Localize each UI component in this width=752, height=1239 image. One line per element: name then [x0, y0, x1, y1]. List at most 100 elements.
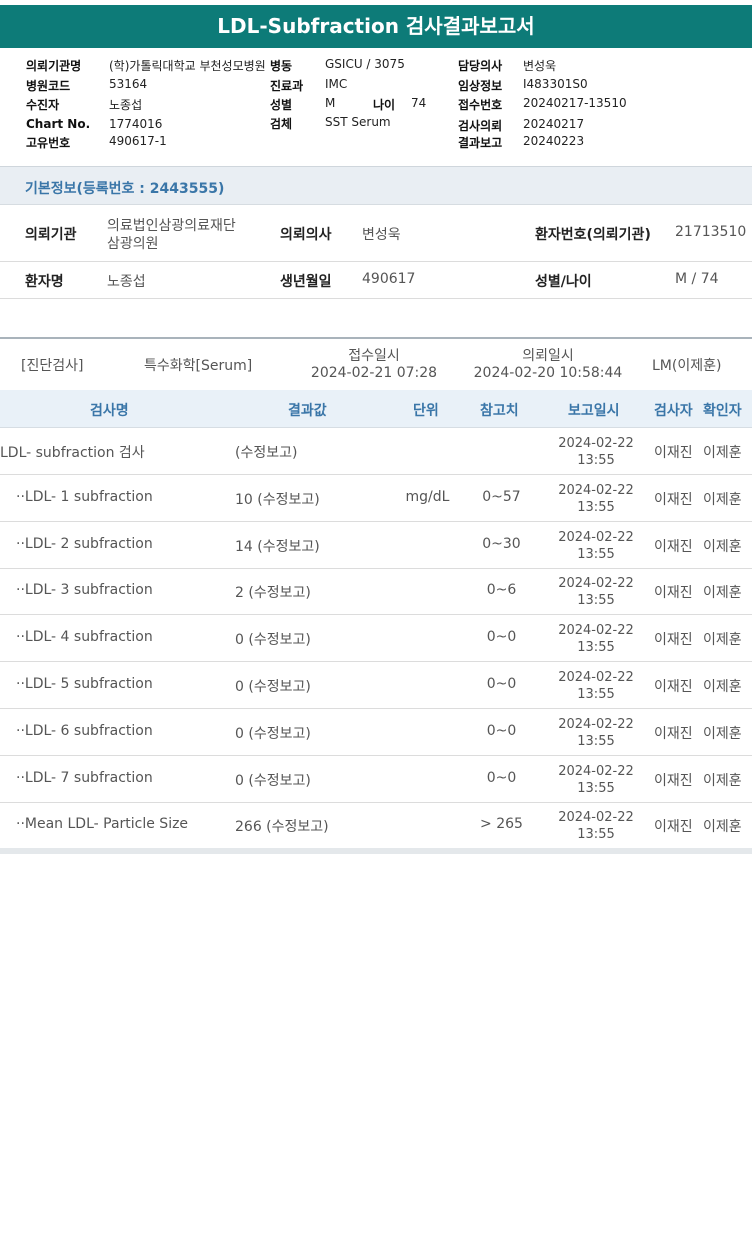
result-value: 0 (수정보고) [235, 726, 311, 742]
patient-name-label: 환자명 [25, 274, 64, 290]
basic-info-row-1: 의뢰기관 의료법인삼광의료재단 삼광의원 의뢰의사 변성욱 환자번호(의뢰기관)… [0, 205, 752, 262]
result-value: 0 (수정보고) [235, 773, 311, 789]
chart-no-label: Chart No. [26, 117, 91, 131]
confirmer: 이제훈 [703, 539, 742, 555]
confirmer: 이제훈 [703, 679, 742, 695]
receipt-datetime-value: 2024-02-21 07:28 [310, 365, 438, 381]
confirmer: 이제훈 [703, 632, 742, 648]
specimen-label: 검체 [270, 117, 293, 131]
confirmer: 이제훈 [703, 585, 742, 601]
test-name: ··LDL- 3 subfraction [16, 582, 153, 598]
tester: 이재진 [654, 492, 693, 508]
unique-no-value: 490617-1 [109, 134, 167, 148]
reference-range: 0~6 [486, 582, 517, 598]
col-confirmer: 확인자 [703, 403, 742, 419]
table-row: ··LDL- 3 subfraction 2 (수정보고) 0~6 2024-0… [0, 568, 752, 615]
col-unit: 단위 [413, 403, 439, 419]
receipt-no-value: 20240217-13510 [523, 96, 627, 110]
report-time: 13:55 [577, 640, 615, 655]
test-category: [진단검사] [21, 358, 84, 374]
report-date: 2024-02-22 [558, 483, 634, 498]
report-date: 2024-02-22 [558, 764, 634, 779]
result-value: (수정보고) [235, 445, 298, 461]
report-datetime: 2024-02-22 13:55 [548, 622, 644, 656]
reference-range: > 265 [480, 816, 523, 832]
age-value: 74 [411, 96, 427, 110]
report-datetime: 2024-02-22 13:55 [548, 669, 644, 703]
report-time: 13:55 [577, 687, 615, 702]
report-datetime: 2024-02-22 13:55 [548, 575, 644, 609]
report-date: 2024-02-22 [558, 810, 634, 825]
reference-range: 0~0 [486, 629, 517, 645]
sex-age-value: M / 74 [675, 271, 719, 287]
report-time: 13:55 [577, 547, 615, 562]
receipt-no-label: 접수번호 [458, 98, 503, 112]
report-date: 2024-02-22 [558, 623, 634, 638]
table-row: ··LDL- 6 subfraction 0 (수정보고) 0~0 2024-0… [0, 709, 752, 756]
dept-value: IMC [325, 77, 348, 91]
doctor-label: 담당의사 [458, 59, 503, 73]
request-date-label: 검사의뢰 [458, 119, 503, 133]
report-date: 2024-02-22 [558, 436, 634, 451]
patient-name-value: 노종섭 [107, 274, 146, 290]
result-value: 266 (수정보고) [235, 819, 329, 835]
test-name: ··LDL- 7 subfraction [16, 770, 153, 786]
confirmer: 이제훈 [703, 445, 742, 461]
col-tester: 검사자 [654, 403, 693, 419]
report-date: 2024-02-22 [558, 530, 634, 545]
report-datetime: 2024-02-22 13:55 [548, 482, 644, 516]
report-time: 13:55 [577, 827, 615, 842]
report-datetime: 2024-02-22 13:55 [548, 435, 644, 469]
tester: 이재진 [654, 539, 693, 555]
birth-date-value: 490617 [362, 271, 416, 287]
sex-label: 성별 [270, 98, 293, 112]
clinical-info-value: I483301S0 [523, 77, 588, 91]
section-divider [0, 337, 752, 339]
tester: 이재진 [654, 773, 693, 789]
test-name: ··LDL- 6 subfraction [16, 723, 153, 739]
report-time: 13:55 [577, 781, 615, 796]
col-result: 결과값 [288, 403, 327, 419]
reference-range: 0~57 [482, 489, 521, 505]
result-value: 10 (수정보고) [235, 492, 320, 508]
table-row: ··LDL- 2 subfraction 14 (수정보고) 0~30 2024… [0, 522, 752, 569]
reference-range: 0~0 [486, 770, 517, 786]
patient-no-label: 환자번호(의뢰기관) [535, 227, 651, 243]
hospital-code-value: 53164 [109, 77, 148, 91]
result-value: 0 (수정보고) [235, 679, 311, 695]
chart-no-value: 1774016 [109, 117, 163, 131]
lm-label: LM(이제훈) [652, 358, 722, 374]
ward-label: 병동 [270, 59, 293, 73]
result-value: 0 (수정보고) [235, 632, 311, 648]
basic-info-header: 기본정보(등록번호 : 2443555) [0, 166, 752, 205]
unique-no-label: 고유번호 [26, 136, 71, 150]
table-row: ··LDL- 1 subfraction 10 (수정보고) mg/dL 0~5… [0, 475, 752, 522]
report-time: 13:55 [577, 453, 615, 468]
referring-institution-value-1: 의료법인삼광의료재단 [107, 218, 236, 234]
report-datetime: 2024-02-22 13:55 [548, 529, 644, 563]
patient-value: 노종섭 [109, 98, 143, 112]
table-row: ··LDL- 5 subfraction 0 (수정보고) 0~0 2024-0… [0, 662, 752, 709]
report-time: 13:55 [577, 500, 615, 515]
request-datetime-label: 의뢰일시 [522, 348, 574, 364]
confirmer: 이제훈 [703, 773, 742, 789]
doctor-value: 변성욱 [523, 59, 557, 73]
report-datetime: 2024-02-22 13:55 [548, 716, 644, 750]
receipt-datetime-label: 접수일시 [348, 348, 400, 364]
table-footer-band [0, 848, 752, 854]
results-table-header: 검사명 결과값 단위 참고치 보고일시 검사자 확인자 [0, 390, 752, 428]
request-datetime-value: 2024-02-20 10:58:44 [473, 365, 623, 381]
clinical-info-label: 임상정보 [458, 79, 503, 93]
report-date: 2024-02-22 [558, 670, 634, 685]
table-row: ··LDL- 4 subfraction 0 (수정보고) 0~0 2024-0… [0, 615, 752, 662]
referring-institution-label: 의뢰기관 [25, 227, 77, 243]
table-row: LDL- subfraction 검사 (수정보고) 2024-02-22 13:… [0, 428, 752, 475]
test-name: ··Mean LDL- Particle Size [16, 816, 189, 832]
basic-info-row-2: 환자명 노종섭 생년월일 490617 성별/나이 M / 74 [0, 262, 752, 299]
result-value: 2 (수정보고) [235, 585, 311, 601]
report-date-label: 결과보고 [458, 136, 503, 150]
report-time: 13:55 [577, 593, 615, 608]
col-test-name: 검사명 [90, 403, 129, 419]
tester: 이재진 [654, 679, 693, 695]
unit: mg/dL [405, 489, 450, 505]
